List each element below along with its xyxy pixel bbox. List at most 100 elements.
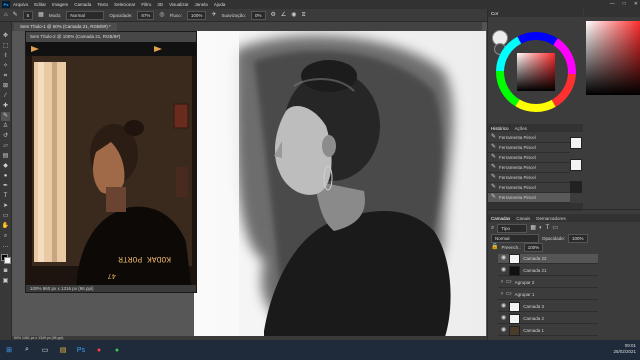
background-color-swatch[interactable] xyxy=(4,257,11,264)
layer-row[interactable]: ◉ Camada 2 xyxy=(498,313,598,324)
windows-start-icon[interactable]: ⊞ xyxy=(3,344,15,356)
flow-field[interactable]: 100% xyxy=(186,10,207,20)
marquee-tool-icon[interactable]: ⬚ xyxy=(1,42,10,51)
history-item[interactable]: ✎ Ferramenta Pincel xyxy=(488,163,570,173)
color-panel-title[interactable]: Cor xyxy=(491,11,498,16)
history-item-current[interactable]: ✎ Ferramenta Pincel xyxy=(488,193,570,203)
layer-row[interactable]: ◉ Camada 3 xyxy=(498,301,598,312)
zoom-tool-icon[interactable]: ⌕ xyxy=(1,232,10,241)
menu-item-janela[interactable]: Janela xyxy=(195,2,208,7)
browser-icon[interactable]: ● xyxy=(93,344,105,356)
lock-icon[interactable]: 🔒 xyxy=(491,244,498,251)
pressure-opacity-icon[interactable]: ◎ xyxy=(159,12,164,19)
shape-tool-icon[interactable]: ▭ xyxy=(1,212,10,221)
history-snapshot-thumb[interactable] xyxy=(570,159,582,171)
eraser-tool-icon[interactable]: ▱ xyxy=(1,142,10,151)
tab-channels[interactable]: Canais xyxy=(516,216,530,221)
quick-select-tool-icon[interactable]: ✧ xyxy=(1,62,10,71)
layer-group-row[interactable]: › ▭ Agrupar 2 xyxy=(498,278,598,288)
layer-row[interactable]: ◉ Camada 21 xyxy=(498,265,598,276)
menu-item-camada[interactable]: Camada xyxy=(74,2,91,7)
history-item[interactable]: ✎ Ferramenta Pincel xyxy=(488,183,570,193)
task-view-icon[interactable]: ▭ xyxy=(39,344,51,356)
document-tab[interactable]: Sem Título-1 @ 50% (Camada 21, RGB/8#) * xyxy=(14,23,117,31)
layer-group-row[interactable]: › ▭ Agrupar 1 xyxy=(498,290,598,300)
menu-item-selecionar[interactable]: Selecionar xyxy=(114,2,135,7)
pen-tool-icon[interactable]: ✒ xyxy=(1,182,10,191)
app-icon[interactable]: ● xyxy=(111,344,123,356)
tab-layers[interactable]: Camadas xyxy=(491,216,510,221)
brush-tool-icon[interactable]: ✎ xyxy=(1,112,10,121)
menu-item-texto[interactable]: Texto xyxy=(97,2,108,7)
gradient-tool-icon[interactable]: ▤ xyxy=(1,152,10,161)
history-item[interactable]: ✎ Ferramenta Pincel xyxy=(488,173,570,183)
layer-kind-select[interactable]: Tipo xyxy=(497,223,528,233)
history-item[interactable]: ✎ Ferramenta Pincel xyxy=(488,153,570,163)
menu-item-filtro[interactable]: Filtro xyxy=(141,2,151,7)
filter-shape-icon[interactable]: ▭ xyxy=(552,225,558,232)
opacity-field[interactable]: 87% xyxy=(137,10,155,20)
type-tool-icon[interactable]: T xyxy=(1,192,10,201)
menu-item-arquivo[interactable]: Arquivo xyxy=(13,2,28,7)
filter-pixel-icon[interactable]: ▦ xyxy=(530,225,536,232)
angle-icon[interactable]: ∠ xyxy=(281,12,286,19)
photoshop-logo-icon[interactable]: Ps xyxy=(2,1,10,8)
brush-settings-icon[interactable]: ▦ xyxy=(38,12,44,19)
hand-tool-icon[interactable]: ✋ xyxy=(1,222,10,231)
crop-tool-icon[interactable]: ⌗ xyxy=(1,72,10,81)
filter-adjust-icon[interactable]: ◐ xyxy=(539,225,543,232)
color-wheel[interactable] xyxy=(495,31,577,113)
stamp-tool-icon[interactable]: ♙ xyxy=(1,122,10,131)
lasso-tool-icon[interactable]: ℓ xyxy=(1,52,10,61)
screen-mode-icon[interactable]: ▣ xyxy=(1,277,10,286)
eye-icon[interactable]: ◉ xyxy=(501,255,506,262)
eye-icon[interactable]: ◉ xyxy=(501,315,506,322)
eyedropper-tool-icon[interactable]: ⁄ xyxy=(1,92,10,101)
menu-item-visualizar[interactable]: Visualizar xyxy=(169,2,188,7)
airbrush-icon[interactable]: ✈ xyxy=(211,12,216,19)
layer-row-selected[interactable]: ◉ Camada 22 xyxy=(498,253,598,264)
tab-history[interactable]: Histórico xyxy=(491,126,509,131)
file-explorer-icon[interactable]: ▤ xyxy=(57,344,69,356)
menu-item-3d[interactable]: 3D xyxy=(157,2,163,7)
more-tools-icon[interactable]: … xyxy=(1,242,10,251)
canvas-painting[interactable] xyxy=(194,31,486,340)
blend-mode-select[interactable]: Normal xyxy=(491,233,539,243)
filter-type-icon[interactable]: T xyxy=(546,225,550,232)
tab-actions[interactable]: Ações xyxy=(515,126,528,131)
symmetry-icon[interactable]: ⧖ xyxy=(302,12,306,19)
brush-size-field[interactable]: 5 xyxy=(22,10,34,20)
history-brush-tool-icon[interactable]: ↺ xyxy=(1,132,10,141)
chevron-right-icon[interactable]: › xyxy=(501,291,503,298)
reference-image-window[interactable]: Sem Título-2 @ 100% (Camada 21, RGB/8#) … xyxy=(25,31,197,293)
system-clock[interactable]: 09:01 25/02/2021 xyxy=(613,343,636,355)
history-item[interactable]: ✎ Ferramenta Pincel xyxy=(488,143,570,153)
eye-icon[interactable]: ◉ xyxy=(501,303,506,310)
eye-icon[interactable]: ◉ xyxy=(501,327,506,334)
chevron-right-icon[interactable]: › xyxy=(501,279,503,286)
layer-opacity-field[interactable]: 100% xyxy=(568,233,588,243)
healing-tool-icon[interactable]: ✚ xyxy=(1,102,10,111)
tab-paths[interactable]: Demarcadores xyxy=(536,216,566,221)
move-tool-icon[interactable]: ✥ xyxy=(1,32,10,41)
pressure-size-icon[interactable]: ◉ xyxy=(291,12,296,19)
menu-item-editar[interactable]: Editar xyxy=(34,2,46,7)
history-item[interactable]: ✎ Ferramenta Pincel xyxy=(488,133,570,143)
blur-tool-icon[interactable]: ◆ xyxy=(1,162,10,171)
layer-fill-field[interactable]: 100% xyxy=(523,242,544,252)
color-picker-field[interactable] xyxy=(586,21,640,95)
history-snapshot-thumb[interactable] xyxy=(570,137,582,149)
reference-window-title[interactable]: Sem Título-2 @ 100% (Camada 21, RGB/8#) xyxy=(26,32,196,42)
dodge-tool-icon[interactable]: ● xyxy=(1,172,10,181)
layer-row[interactable]: ◉ Camada 1 xyxy=(498,325,598,336)
menu-item-ajuda[interactable]: Ajuda xyxy=(214,2,226,7)
home-icon[interactable]: ⌂ xyxy=(4,12,8,19)
maximize-button[interactable]: □ xyxy=(623,0,626,9)
close-button[interactable]: ✕ xyxy=(634,0,638,9)
search-icon[interactable]: ⌕ xyxy=(21,344,33,356)
history-snapshot-thumb[interactable] xyxy=(570,181,582,193)
gear-icon[interactable]: ⚙ xyxy=(271,12,276,19)
smoothing-field[interactable]: 0% xyxy=(250,10,266,20)
eye-icon[interactable]: ◉ xyxy=(501,267,506,274)
brush-tool-icon[interactable]: ✎ xyxy=(13,12,18,19)
